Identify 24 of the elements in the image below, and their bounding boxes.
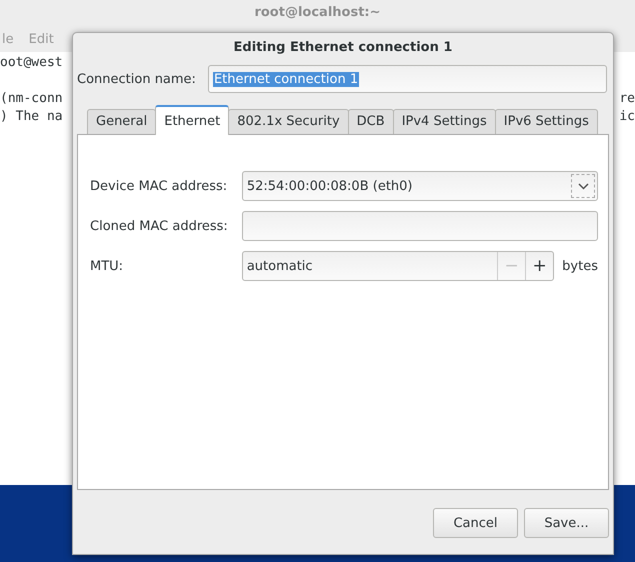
field-label: Device MAC address: xyxy=(90,178,228,194)
terminal-text: re xyxy=(619,90,635,108)
terminal-text: oot@west xyxy=(0,54,63,72)
field-label: Cloned MAC address: xyxy=(90,218,228,234)
connection-name-label: Connection name: xyxy=(77,72,196,86)
unit-label: bytes xyxy=(562,258,598,274)
dialog-button[interactable]: Cancel xyxy=(433,508,518,538)
field-label: MTU: xyxy=(90,258,124,274)
terminal-text: ) The na xyxy=(0,108,63,126)
terminal-text: ic xyxy=(619,108,635,126)
mac-address-dropdown[interactable]: 52:54:00:00:08:0B (eth0) xyxy=(242,171,598,201)
tab[interactable]: Ethernet xyxy=(155,105,230,135)
window-title: root@localhost:~ xyxy=(253,4,382,22)
dialog-button[interactable]: Save... xyxy=(524,508,609,538)
tab[interactable]: DCB xyxy=(348,109,394,134)
tab[interactable]: General xyxy=(87,109,156,134)
tab[interactable]: 802.1x Security xyxy=(228,109,349,134)
dialog-title: Editing Ethernet connection 1 xyxy=(232,39,454,57)
terminal-text: (nm-conn xyxy=(0,90,63,108)
stepper-button[interactable]: + xyxy=(525,252,554,280)
chevron-down-icon xyxy=(578,182,588,190)
tab[interactable]: IPv6 Settings xyxy=(494,109,598,134)
cloned-mac-field[interactable] xyxy=(242,211,598,241)
tab[interactable]: IPv4 Settings xyxy=(392,109,496,134)
